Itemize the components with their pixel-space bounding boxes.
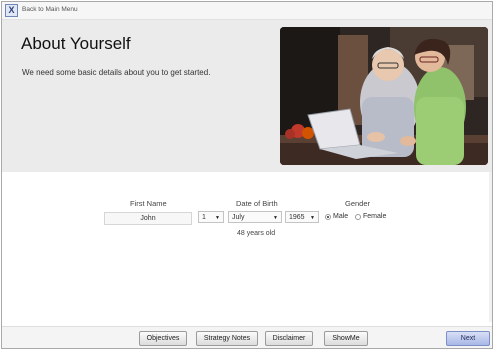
first-name-field[interactable] xyxy=(104,212,192,225)
objectives-button[interactable]: Objectives xyxy=(139,331,187,346)
chevron-down-icon: ▼ xyxy=(273,215,278,221)
back-to-main-menu-link[interactable]: Back to Main Menu xyxy=(22,6,78,13)
details-form: First Name Date of Birth Gender 1 ▼ July… xyxy=(2,173,492,326)
app-window: X Back to Main Menu About Yourself We ne… xyxy=(1,1,493,349)
year-select[interactable]: 1965 ▼ xyxy=(285,211,319,223)
close-icon[interactable]: X xyxy=(5,4,18,17)
gender-male-label[interactable]: Male xyxy=(333,213,348,220)
strategy-notes-button[interactable]: Strategy Notes xyxy=(196,331,258,346)
day-value: 1 xyxy=(202,214,206,221)
age-display: 48 years old xyxy=(237,230,276,237)
month-select[interactable]: July ▼ xyxy=(228,211,282,223)
next-button[interactable]: Next xyxy=(446,331,490,346)
footer-bar: Objectives Strategy Notes Disclaimer Sho… xyxy=(2,326,492,348)
couple-laptop-photo xyxy=(280,27,488,165)
photo-illustration xyxy=(280,27,488,165)
chevron-down-icon: ▼ xyxy=(215,215,220,221)
page-subtitle: We need some basic details about you to … xyxy=(22,68,211,77)
showme-button[interactable]: ShowMe xyxy=(324,331,368,346)
top-bar: X Back to Main Menu xyxy=(2,2,492,20)
gender-female-radio[interactable] xyxy=(355,214,361,220)
page-title: About Yourself xyxy=(21,34,131,53)
scrollbar[interactable] xyxy=(489,172,492,322)
gender-male-radio[interactable] xyxy=(325,214,331,220)
month-value: July xyxy=(232,214,245,221)
chevron-down-icon: ▼ xyxy=(310,215,315,221)
day-select[interactable]: 1 ▼ xyxy=(198,211,224,223)
page-header: About Yourself We need some basic detail… xyxy=(2,20,492,172)
year-value: 1965 xyxy=(289,214,305,221)
gender-label: Gender xyxy=(345,199,371,208)
date-of-birth-label: Date of Birth xyxy=(236,199,278,208)
gender-female-label[interactable]: Female xyxy=(363,213,386,220)
disclaimer-button[interactable]: Disclaimer xyxy=(265,331,313,346)
first-name-label: First Name xyxy=(130,199,167,208)
